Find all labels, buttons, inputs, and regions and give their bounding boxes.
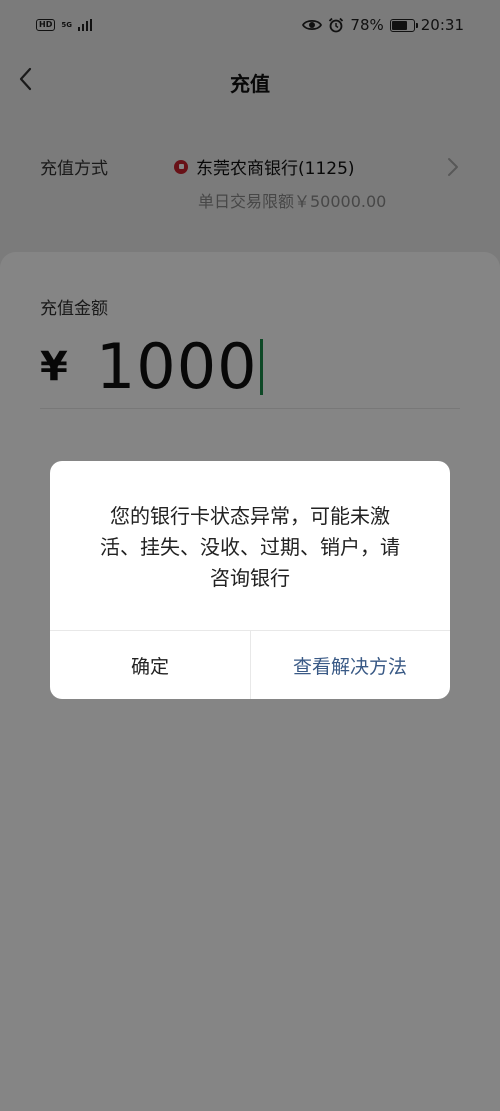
alert-dialog: 您的银行卡状态异常，可能未激活、挂失、没收、过期、销户，请咨询银行 确定 查看解… — [50, 461, 450, 699]
dialog-message: 您的银行卡状态异常，可能未激活、挂失、没收、过期、销户，请咨询银行 — [100, 504, 400, 590]
view-solution-button[interactable]: 查看解决方法 — [250, 631, 450, 699]
confirm-button[interactable]: 确定 — [50, 631, 250, 699]
